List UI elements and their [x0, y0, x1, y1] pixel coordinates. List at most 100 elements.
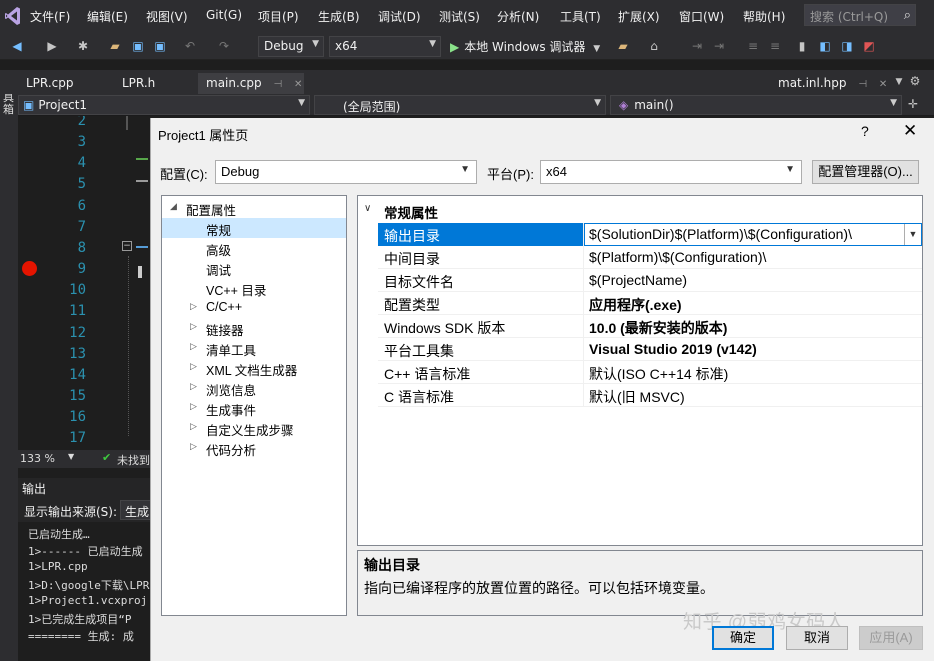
align-icon[interactable]: ≡	[746, 39, 760, 53]
output-source-dropdown[interactable]: 生成	[120, 500, 150, 520]
start-debugging-button[interactable]: ▶ 本地 Windows 调试器 ▼	[450, 38, 600, 55]
menu-test[interactable]: 测试(S)	[439, 8, 480, 25]
help-button[interactable]: ?	[861, 123, 869, 139]
platform-dropdown[interactable]: x64 ▼	[329, 36, 441, 57]
prev-bookmark-icon[interactable]: ◧	[818, 39, 832, 53]
tree-item-browse-information[interactable]: ▷ 浏览信息	[162, 378, 346, 398]
property-row-configuration-type[interactable]: 配置类型 应用程序(.exe)	[378, 292, 922, 315]
property-value[interactable]: Visual Studio 2019 (v142)	[584, 338, 922, 361]
menu-help[interactable]: 帮助(H)	[743, 8, 785, 25]
home-icon[interactable]: ⌂	[647, 39, 661, 53]
property-row-windows-sdk-version[interactable]: Windows SDK 版本 10.0 (最新安装的版本)	[378, 315, 922, 338]
tree-item-advanced[interactable]: 高级	[162, 238, 346, 258]
property-value[interactable]: 应用程序(.exe)	[584, 292, 922, 315]
issues-status[interactable]: 未找到	[117, 452, 150, 468]
platform-select[interactable]: x64 ▼	[540, 160, 802, 184]
tab-mat-inl-hpp[interactable]: mat.inl.hpp ⊣ ✕	[770, 73, 895, 94]
property-value[interactable]: $(ProjectName)	[584, 269, 922, 292]
menu-analyze[interactable]: 分析(N)	[497, 8, 539, 25]
tree-item-xml-doc-generator[interactable]: ▷ XML 文档生成器	[162, 358, 346, 378]
close-icon[interactable]: ✕	[879, 79, 887, 90]
redo-icon[interactable]: ↷	[217, 39, 231, 53]
tab-lpr-h[interactable]: LPR.h	[114, 73, 163, 94]
configuration-select[interactable]: Debug ▼	[215, 160, 477, 184]
tree-item-config-properties[interactable]: ◢ 配置属性	[162, 198, 346, 218]
tree-item-manifest-tool[interactable]: ▷ 清单工具	[162, 338, 346, 358]
zoom-level[interactable]: 133 %	[20, 452, 55, 465]
menu-git[interactable]: Git(G)	[206, 8, 242, 22]
cancel-button[interactable]: 取消	[786, 626, 848, 650]
output-text-area[interactable]: 已启动生成… 1>------ 已启动生成 1>LPR.cpp 1>D:\goo…	[18, 522, 150, 661]
undo-icon[interactable]: ↶	[183, 39, 197, 53]
indent-icon[interactable]: ≡	[768, 39, 782, 53]
property-value[interactable]: $(Platform)\$(Configuration)\	[584, 246, 922, 269]
menu-view[interactable]: 视图(V)	[146, 8, 188, 25]
tree-item-build-events[interactable]: ▷ 生成事件	[162, 398, 346, 418]
collapse-triangle-icon: ◢	[170, 201, 177, 211]
tab-list-chevron-icon[interactable]: ▼	[892, 75, 906, 89]
pin-icon[interactable]: ⊣	[273, 79, 282, 90]
property-row-platform-toolset[interactable]: 平台工具集 Visual Studio 2019 (v142)	[378, 338, 922, 361]
property-row-output-directory[interactable]: 输出目录 $(SolutionDir)$(Platform)\$(Configu…	[378, 223, 922, 246]
property-value[interactable]: 默认(旧 MSVC)	[584, 384, 922, 407]
expand-triangle-icon: ▷	[190, 361, 197, 371]
apply-button[interactable]: 应用(A)	[859, 626, 923, 650]
property-row-intermediate-directory[interactable]: 中间目录 $(Platform)\$(Configuration)\	[378, 246, 922, 269]
tree-item-debugging[interactable]: 调试	[162, 258, 346, 278]
back-icon[interactable]: ◀	[10, 39, 24, 53]
gear-icon[interactable]: ⚙	[908, 74, 922, 88]
property-value[interactable]: 默认(ISO C++14 标准)	[584, 361, 922, 384]
tree-item-linker[interactable]: ▷ 链接器	[162, 318, 346, 338]
open-folder-icon[interactable]: ▰	[108, 39, 122, 53]
property-row-c-language-standard[interactable]: C 语言标准 默认(旧 MSVC)	[378, 384, 922, 407]
menu-project[interactable]: 项目(P)	[258, 8, 299, 25]
close-icon[interactable]: ✕	[294, 79, 302, 90]
collapse-icon[interactable]: −	[122, 241, 132, 251]
menu-debug[interactable]: 调试(D)	[378, 8, 421, 25]
property-value-input[interactable]: $(SolutionDir)$(Platform)\$(Configuratio…	[584, 223, 922, 246]
tree-item-code-analysis[interactable]: ▷ 代码分析	[162, 438, 346, 458]
save-all-icon[interactable]: ▣	[153, 39, 167, 53]
ok-button[interactable]: 确定	[712, 626, 774, 650]
breakpoint-icon[interactable]	[22, 261, 37, 276]
tree-item-general[interactable]: 常规	[162, 218, 346, 238]
forward-icon[interactable]: ▶	[45, 39, 59, 53]
tree-item-c-cpp[interactable]: ▷ C/C++	[162, 298, 346, 318]
menu-edit[interactable]: 编辑(E)	[87, 8, 128, 25]
category-general-properties[interactable]: ∨ 常规属性	[358, 200, 922, 221]
configuration-dropdown[interactable]: Debug ▼	[258, 36, 324, 57]
new-item-icon[interactable]: ✱	[76, 39, 90, 53]
menu-build[interactable]: 生成(B)	[318, 8, 360, 25]
property-value[interactable]: 10.0 (最新安装的版本)	[584, 315, 922, 338]
property-row-target-name[interactable]: 目标文件名 $(ProjectName)	[378, 269, 922, 292]
tab-lpr-cpp[interactable]: LPR.cpp	[18, 73, 81, 94]
close-icon[interactable]: ✕	[903, 121, 917, 141]
menu-tools[interactable]: 工具(T)	[560, 8, 601, 25]
project-dropdown[interactable]: ▣ Project1 ▼	[18, 95, 310, 115]
menu-window[interactable]: 窗口(W)	[679, 8, 724, 25]
save-icon[interactable]: ▣	[131, 39, 145, 53]
split-icon[interactable]: ✛	[906, 97, 920, 111]
step-icon[interactable]: ⇥	[690, 39, 704, 53]
tree-item-custom-build-step[interactable]: ▷ 自定义生成步骤	[162, 418, 346, 438]
menu-extensions[interactable]: 扩展(X)	[618, 8, 660, 25]
toolbox-strip[interactable]: 工具箱	[0, 70, 18, 661]
line-number: 11	[69, 303, 86, 319]
search-input[interactable]: 搜索 (Ctrl+Q) ⌕	[804, 4, 916, 26]
menu-file[interactable]: 文件(F)	[30, 8, 70, 25]
code-text-fragment	[136, 180, 148, 182]
configuration-manager-button[interactable]: 配置管理器(O)...	[812, 160, 919, 184]
function-dropdown[interactable]: ◈ main() ▼	[610, 95, 902, 115]
pin-icon[interactable]: ⊣	[858, 79, 867, 90]
clear-bookmarks-icon[interactable]: ◩	[862, 39, 876, 53]
step-over-icon[interactable]: ⇥	[712, 39, 726, 53]
tab-main-cpp[interactable]: main.cpp ⊣ ✕	[198, 73, 304, 94]
folder-search-icon[interactable]: ▰	[616, 39, 630, 53]
tree-item-vc-directories[interactable]: VC++ 目录	[162, 278, 346, 298]
scope-dropdown[interactable]: (全局范围) ▼	[314, 95, 606, 115]
code-editor[interactable]: 2 3 4 5 6 7 8 9 10 11 12 13 14 15 16 17 …	[18, 116, 150, 450]
bookmark-icon[interactable]: ▮	[795, 39, 809, 53]
property-row-cpp-language-standard[interactable]: C++ 语言标准 默认(ISO C++14 标准)	[378, 361, 922, 384]
chevron-down-icon[interactable]: ▼	[904, 224, 921, 245]
next-bookmark-icon[interactable]: ◨	[840, 39, 854, 53]
